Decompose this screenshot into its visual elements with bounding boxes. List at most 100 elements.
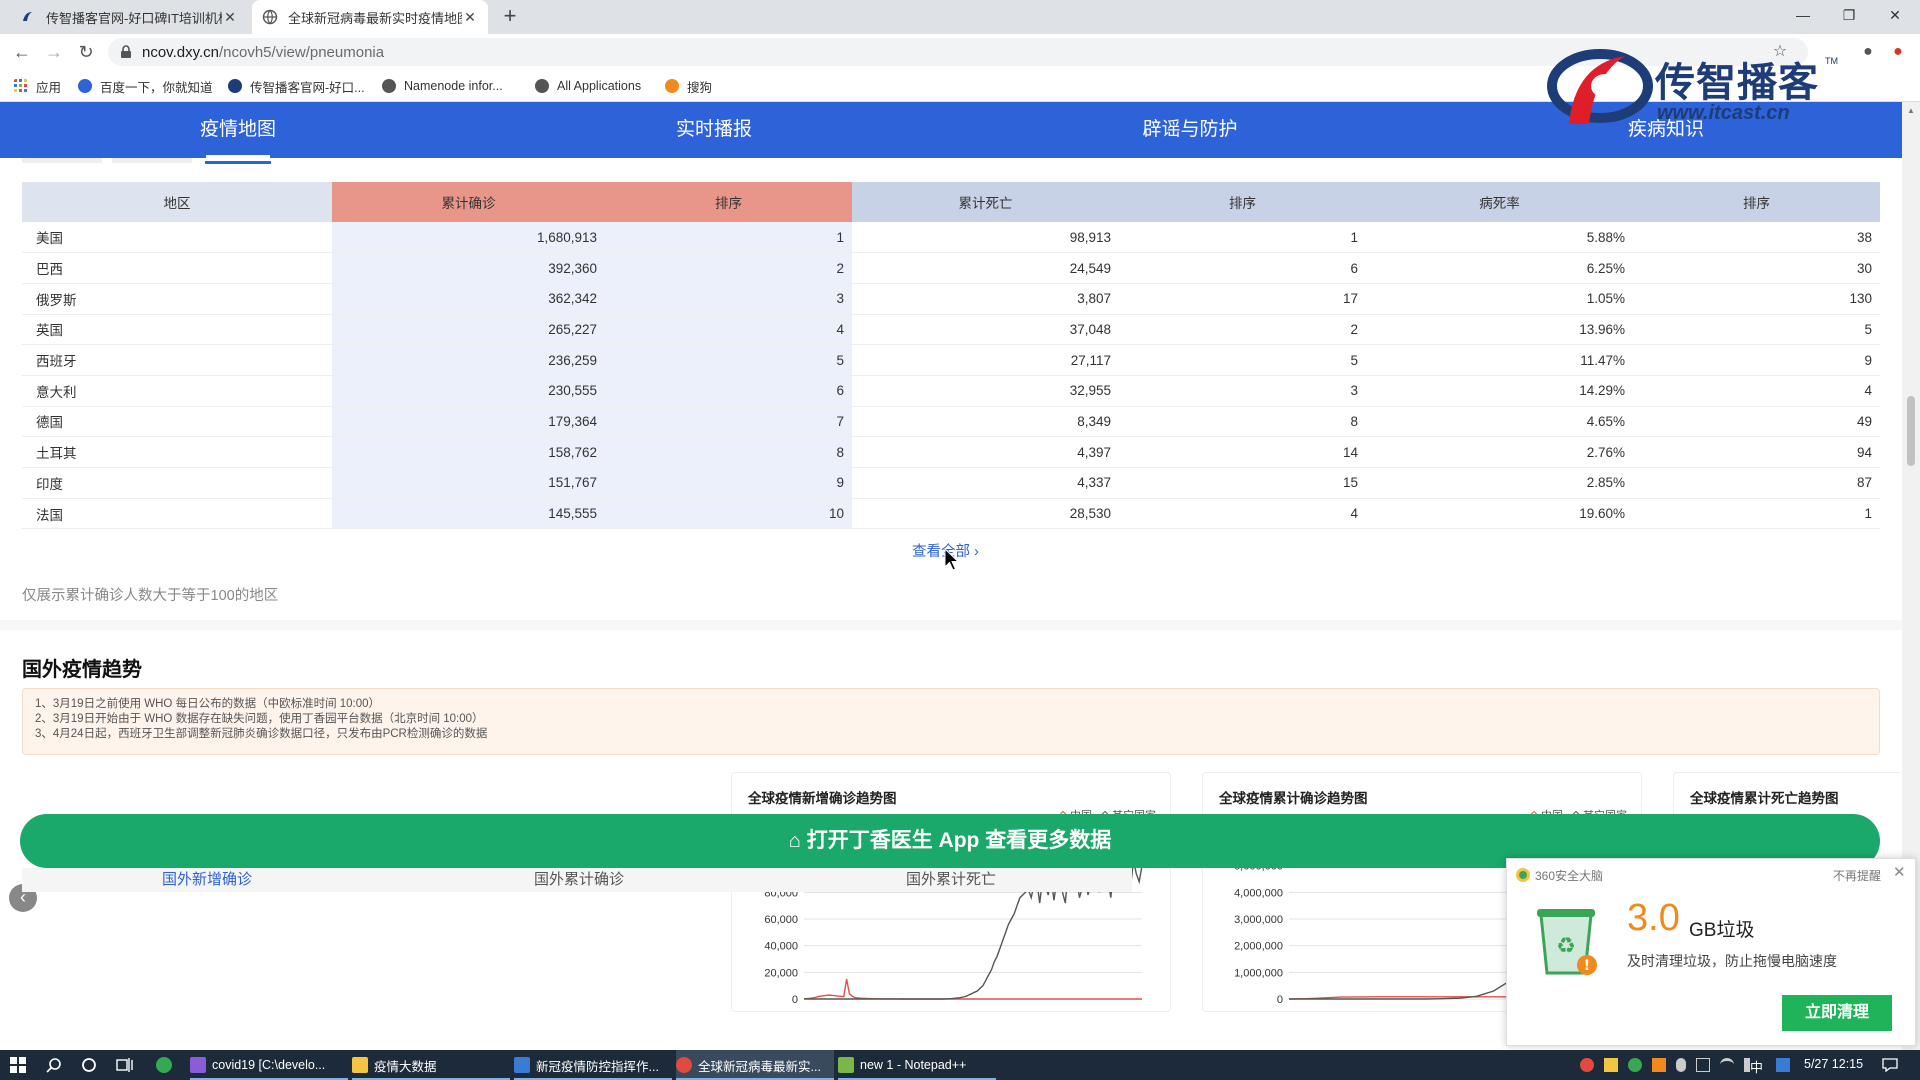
tray-app-icon[interactable] (1604, 1058, 1618, 1072)
y-tick-label: 0 (1277, 994, 1283, 1006)
taskbar-app-word[interactable]: 新冠疫情防控指挥作... (514, 1050, 672, 1080)
table-cell: 5 (1633, 314, 1880, 346)
bookmark-itcast[interactable]: 传智播客官网-好口... (228, 76, 365, 96)
column-header[interactable]: 排序 (1633, 182, 1880, 222)
column-header[interactable]: 排序 (605, 182, 852, 222)
scrollbar-thumb[interactable] (1907, 396, 1915, 466)
column-header[interactable]: 地区 (22, 182, 332, 222)
nav-rumors-protection[interactable]: 辟谣与防护 (952, 102, 1428, 158)
table-cell: 印度 (22, 467, 332, 499)
chrome-icon (676, 1057, 692, 1073)
y-tick-label: 3,000,000 (1234, 914, 1283, 926)
table-cell: 2 (605, 252, 852, 284)
sogou-icon (665, 79, 679, 93)
table-cell: 14.29% (1366, 375, 1633, 407)
table-row: 巴西 392,360 2 24,549 6 6.25% 30 (22, 252, 1880, 284)
table-cell: 19.60% (1366, 498, 1633, 530)
table-cell: 7 (605, 406, 852, 438)
popup-dismiss-link[interactable]: 不再提醒 (1833, 867, 1881, 884)
table-cell: 158,762 (332, 436, 605, 468)
table-cell: 巴西 (22, 252, 332, 284)
table-cell: 30 (1633, 252, 1880, 284)
back-arrow-icon[interactable]: ← (10, 40, 34, 64)
microphone-icon[interactable] (1676, 1058, 1686, 1072)
y-tick-label: 2,000,000 (1234, 941, 1283, 953)
recycle-bin-icon: ♻ ! (1537, 909, 1597, 975)
table-cell: 11.47% (1366, 344, 1633, 376)
table-cell: 俄罗斯 (22, 283, 332, 315)
taskbar-app-folder[interactable]: 疫情大数据 (352, 1050, 510, 1080)
table-body: 美国 1,680,913 1 98,913 1 5.88% 38 巴西 392,360 2 24,5… (22, 222, 1880, 530)
watermark-tm: TM (1825, 56, 1838, 66)
360-logo-icon (1516, 868, 1530, 882)
trend-section-title: 国外疫情趋势 (22, 659, 142, 681)
mouse-cursor-icon (944, 548, 960, 571)
column-header[interactable]: 排序 (1119, 182, 1366, 222)
cortana-icon[interactable] (81, 1057, 97, 1073)
search-icon[interactable] (46, 1057, 62, 1073)
extension-icon[interactable]: ● (1886, 40, 1910, 64)
ime-icon[interactable] (1776, 1058, 1790, 1072)
tray-app-icon[interactable] (1580, 1058, 1594, 1072)
window-close-icon[interactable]: ✕ (1872, 0, 1918, 30)
chart-title: 全球疫情新增确诊趋势图 (748, 791, 897, 806)
taskbar-app-notepadpp[interactable]: new 1 - Notepad++ (838, 1050, 996, 1080)
column-header[interactable]: 累计确诊 (332, 182, 605, 222)
table-cell: 9 (1633, 344, 1880, 376)
chrome-pinned-icon[interactable] (156, 1057, 172, 1073)
table-cell: 236,259 (332, 344, 605, 376)
tray-360-icon[interactable] (1628, 1058, 1642, 1072)
table-row: 法国 145,555 10 28,530 4 19.60% 1 (22, 498, 1880, 530)
globe-icon (382, 79, 396, 93)
bookmark-all-applications[interactable]: All Applications (535, 76, 641, 96)
nav-epidemic-map[interactable]: 疫情地图 (0, 102, 476, 158)
itcast-watermark-logo: 传智播客 TM www.itcast.cn (1545, 44, 1845, 134)
popup-close-icon[interactable]: ✕ (1893, 863, 1906, 881)
table-row: 美国 1,680,913 1 98,913 1 5.88% 38 (22, 222, 1880, 254)
bookmark-apps[interactable]: 应用 (14, 76, 61, 96)
task-view-icon[interactable] (116, 1057, 134, 1073)
bookmark-namenode[interactable]: Namenode infor... (382, 76, 503, 96)
table-row: 英国 265,227 4 37,048 2 13.96% 5 (22, 314, 1880, 346)
browser-tab-itcast[interactable]: 传智播客官网-好口碑IT培训机构 ✕ (10, 0, 248, 34)
series-line-china (803, 978, 1142, 1000)
battery-icon[interactable] (1696, 1058, 1710, 1072)
reload-icon[interactable]: ↻ (74, 40, 98, 64)
new-tab-button[interactable]: + (498, 5, 522, 29)
column-header[interactable]: 累计死亡 (852, 182, 1119, 222)
minimize-icon[interactable]: — (1780, 0, 1826, 30)
tab-new-confirmed[interactable]: 国外新增确诊 (22, 868, 392, 892)
table-cell: 美国 (22, 222, 332, 254)
bookmark-sogou[interactable]: 搜狗 (665, 76, 712, 96)
input-language[interactable]: 中 (1750, 1057, 1763, 1076)
tab-close-icon[interactable]: ✕ (222, 9, 238, 26)
tab-close-icon[interactable]: ✕ (462, 9, 478, 26)
taskbar-app-chrome[interactable]: 全球新冠病毒最新实... (676, 1050, 834, 1080)
clean-now-button[interactable]: 立即清理 (1782, 995, 1892, 1031)
scroll-up-icon[interactable]: ▲ (1907, 106, 1915, 115)
tray-app-icon[interactable] (1652, 1058, 1666, 1072)
y-tick-label: 4,000,000 (1234, 887, 1283, 899)
table-cell: 37,048 (852, 314, 1119, 346)
column-header[interactable]: 病死率 (1366, 182, 1633, 222)
wifi-icon[interactable] (1720, 1058, 1734, 1072)
browser-tab-dxy[interactable]: 全球新冠病毒最新实时疫情地图 ✕ (252, 0, 488, 34)
tab-cumulative-deaths[interactable]: 国外累计死亡 (766, 868, 1136, 892)
restore-icon[interactable]: ❐ (1826, 0, 1872, 30)
y-tick-label: 20,000 (764, 967, 798, 979)
notification-center-icon[interactable] (1882, 1058, 1898, 1072)
tab-title: 传智播客官网-好口碑IT培训机构 (46, 10, 222, 26)
table-cell: 1 (605, 222, 852, 254)
nav-live-updates[interactable]: 实时播报 (476, 102, 952, 158)
bookmark-baidu[interactable]: 百度一下，你就知道 (78, 76, 213, 96)
forward-arrow-icon[interactable]: → (42, 40, 66, 64)
folder-icon (352, 1057, 368, 1073)
profile-icon[interactable]: ● (1856, 40, 1880, 64)
svg-text:!: ! (1584, 958, 1590, 974)
tab-cumulative-confirmed[interactable]: 国外累计确诊 (394, 868, 764, 892)
windows-start-icon[interactable] (10, 1057, 26, 1073)
table-cell: 230,555 (332, 375, 605, 407)
clock[interactable]: 5/27 12:15 (1804, 1057, 1863, 1071)
taskbar-app-intellij[interactable]: covid19 [C:\develo... (190, 1050, 348, 1080)
apps-grid-icon (14, 79, 27, 92)
